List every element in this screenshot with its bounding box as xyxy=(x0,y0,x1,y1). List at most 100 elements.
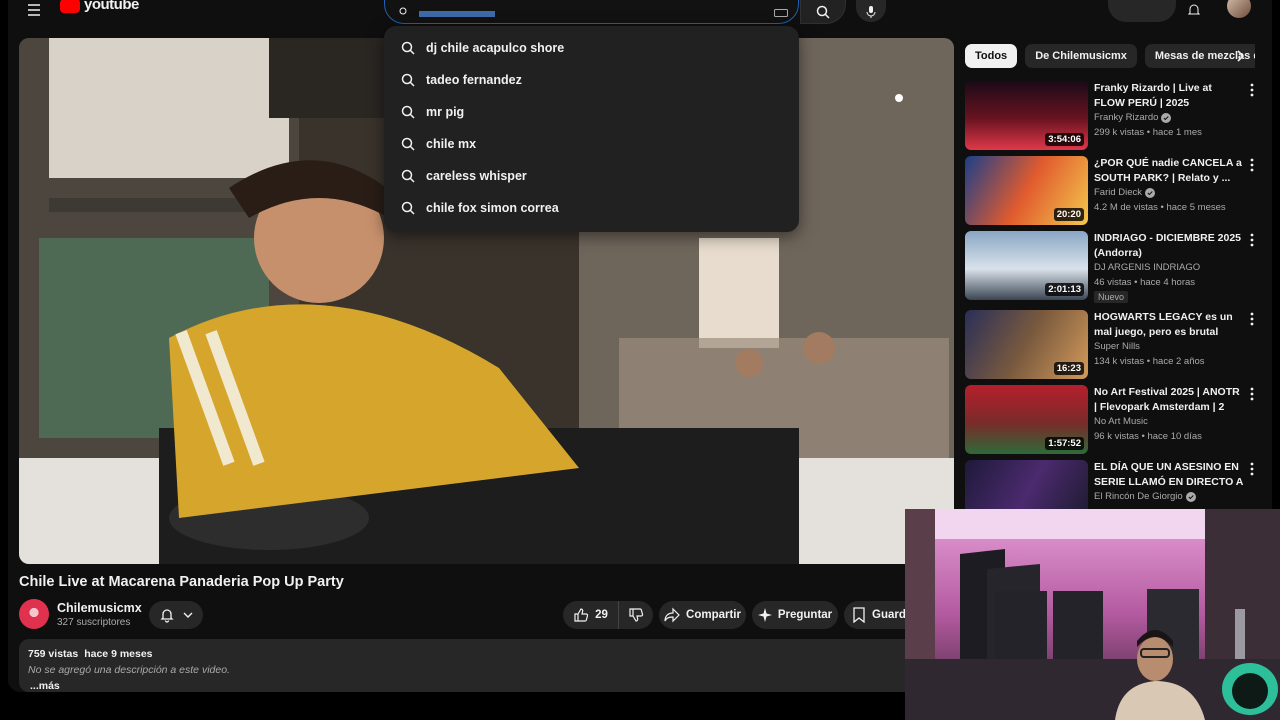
recommendation-meta: 4.2 M de vistas • hace 5 meses xyxy=(1094,202,1226,213)
recommendation-channel[interactable]: El Rincón De Giorgio xyxy=(1094,491,1196,502)
search-input[interactable] xyxy=(384,0,799,24)
subscriber-count: 327 suscriptores xyxy=(57,617,131,628)
recommendation-channel[interactable]: DJ ARGENIS INDRIAGO xyxy=(1094,262,1200,273)
thumbs-up-icon xyxy=(574,608,589,622)
sparkle-icon xyxy=(757,608,772,622)
suggestion-item[interactable]: tadeo fernandez xyxy=(384,64,799,96)
suggestion-label: chile fox simon correa xyxy=(426,201,559,215)
recommendation-item[interactable]: 20:20 ¿POR QUÉ nadie CANCELA a SOUTH PAR… xyxy=(965,156,1255,226)
play-logo-icon xyxy=(60,0,80,13)
verified-icon xyxy=(1145,187,1156,198)
recommendation-item[interactable]: 1:57:52 No Art Festival 2025 | ANOTR | F… xyxy=(965,385,1255,455)
suggestion-item[interactable]: chile fox simon correa xyxy=(384,192,799,224)
channel-name[interactable]: Chilemusicmx xyxy=(57,601,142,615)
recommendation-meta: 96 k vistas • hace 10 días xyxy=(1094,431,1202,442)
more-options-icon[interactable] xyxy=(1249,233,1255,247)
search-icon xyxy=(401,201,415,215)
search-icon xyxy=(401,41,415,55)
channel-label: No Art Music xyxy=(1094,416,1148,427)
mic-icon xyxy=(866,6,876,18)
like-button[interactable]: 29 xyxy=(563,601,619,629)
recommendation-title[interactable]: INDRIAGO - DICIEMBRE 2025 (Andorra) xyxy=(1094,231,1244,260)
video-thumbnail[interactable]: 20:20 xyxy=(965,156,1088,225)
like-count: 29 xyxy=(595,609,608,621)
create-button[interactable] xyxy=(1108,0,1176,22)
search-icon xyxy=(401,137,415,151)
channel-label: Super Nills xyxy=(1094,341,1140,352)
account-avatar[interactable] xyxy=(1227,0,1251,18)
bookmark-icon xyxy=(853,607,865,623)
suggestion-item[interactable]: mr pig xyxy=(384,96,799,128)
suggestion-label: mr pig xyxy=(426,105,465,119)
chevron-right-icon[interactable] xyxy=(1232,48,1248,64)
new-badge: Nuevo xyxy=(1094,291,1129,303)
filter-chips: Todos De Chilemusicmx Mesas de mezclas d xyxy=(965,44,1255,68)
description-stats: 759 vistas hace 9 meses xyxy=(28,648,945,660)
more-options-icon[interactable] xyxy=(1249,387,1255,401)
more-options-icon[interactable] xyxy=(1249,312,1255,326)
search-suggestions: dj chile acapulco shore tadeo fernandez … xyxy=(384,26,799,232)
suggestion-item[interactable]: careless whisper xyxy=(384,160,799,192)
chip-all[interactable]: Todos xyxy=(965,44,1018,68)
recommendation-title[interactable]: ¿POR QUÉ nadie CANCELA a SOUTH PARK? | R… xyxy=(1094,156,1244,185)
suggestion-label: chile mx xyxy=(426,137,477,151)
suggestion-item[interactable]: dj chile acapulco shore xyxy=(384,32,799,64)
video-thumbnail[interactable]: 16:23 xyxy=(965,310,1088,379)
more-options-icon[interactable] xyxy=(1249,462,1255,476)
more-options-icon[interactable] xyxy=(1249,158,1255,172)
video-thumbnail[interactable]: 2:01:13 xyxy=(965,231,1088,300)
share-icon xyxy=(664,607,680,623)
menu-icon[interactable] xyxy=(26,2,42,18)
youtube-logo[interactable]: youtube xyxy=(60,0,139,20)
dislike-button[interactable] xyxy=(619,607,653,623)
recommendation-title[interactable]: EL DÍA QUE UN ASESINO EN SERIE LLAMÓ EN … xyxy=(1094,460,1244,489)
show-more-link[interactable]: ...más xyxy=(30,680,945,692)
recommendation-channel[interactable]: Farid Dieck xyxy=(1094,187,1156,198)
search-icon xyxy=(816,5,830,19)
ask-button[interactable]: Preguntar xyxy=(752,601,838,629)
chevron-down-icon xyxy=(183,612,193,618)
recommendation-item[interactable]: 2:01:13 INDRIAGO - DICIEMBRE 2025 (Andor… xyxy=(965,231,1255,303)
recommendation-item[interactable]: 3:54:06 Franky Rizardo | Live at FLOW PE… xyxy=(965,81,1255,151)
webcam-feed xyxy=(905,509,1280,720)
duration-badge: 20:20 xyxy=(1053,208,1084,221)
recommendation-channel[interactable]: Super Nills xyxy=(1094,341,1140,352)
recommendation-meta: 46 vistas • hace 4 horas xyxy=(1094,277,1196,288)
voice-search-button[interactable] xyxy=(856,0,886,22)
keyboard-icon[interactable] xyxy=(774,9,788,17)
channel-avatar[interactable] xyxy=(19,599,49,629)
upload-age: hace 9 meses xyxy=(84,648,153,660)
subscribe-notifications-button[interactable] xyxy=(149,601,203,629)
notifications-icon[interactable] xyxy=(1186,2,1202,18)
video-title: Chile Live at Macarena Panaderia Pop Up … xyxy=(19,574,344,590)
channel-label: Farid Dieck xyxy=(1094,187,1143,198)
recommendation-meta: 134 k vistas • hace 2 años xyxy=(1094,356,1205,367)
verified-icon xyxy=(1185,491,1196,502)
recommendation-channel[interactable]: Franky Rizardo xyxy=(1094,112,1172,123)
share-button[interactable]: Compartir xyxy=(659,601,746,629)
recommendation-channel[interactable]: No Art Music xyxy=(1094,416,1148,427)
verified-icon xyxy=(1161,112,1172,123)
view-count: 759 vistas xyxy=(28,648,79,660)
recommendation-item[interactable]: 16:23 HOGWARTS LEGACY es un mal juego, p… xyxy=(965,310,1255,380)
video-thumbnail[interactable]: 1:57:52 xyxy=(965,385,1088,454)
suggestion-label: tadeo fernandez xyxy=(426,73,522,87)
search-icon xyxy=(401,105,415,119)
like-dislike-group: 29 xyxy=(563,601,653,629)
recommendation-title[interactable]: Franky Rizardo | Live at FLOW PERÚ | 202… xyxy=(1094,81,1244,110)
description-box[interactable]: 759 vistas hace 9 meses No se agregó una … xyxy=(19,639,954,692)
webcam-overlay xyxy=(905,509,1280,720)
thumbs-down-icon xyxy=(629,608,644,622)
recommendation-title[interactable]: HOGWARTS LEGACY es un mal juego, pero es… xyxy=(1094,310,1244,339)
duration-badge: 16:23 xyxy=(1053,362,1084,375)
suggestion-label: careless whisper xyxy=(426,169,527,183)
recommendation-title[interactable]: No Art Festival 2025 | ANOTR | Flevopark… xyxy=(1094,385,1244,414)
suggestion-label: dj chile acapulco shore xyxy=(426,41,565,55)
video-thumbnail[interactable]: 3:54:06 xyxy=(965,81,1088,150)
search-button[interactable] xyxy=(800,0,846,24)
suggestion-item[interactable]: chile mx xyxy=(384,128,799,160)
more-options-icon[interactable] xyxy=(1249,83,1255,97)
chip-from-channel[interactable]: De Chilemusicmx xyxy=(1025,44,1137,68)
description-text: No se agregó una descripción a este vide… xyxy=(28,664,230,676)
duration-badge: 1:57:52 xyxy=(1045,437,1084,450)
